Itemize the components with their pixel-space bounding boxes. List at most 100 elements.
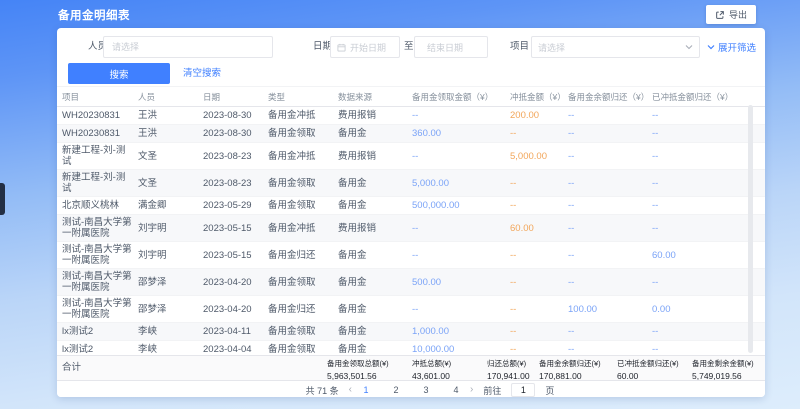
table-row[interactable]: 北京顺义桃林 满金卿 2023-05-29 备用金领取 备用金 500,000.… — [57, 197, 765, 215]
prev-page-button[interactable]: ‹ — [349, 381, 352, 397]
cell-balance-return: -- — [568, 342, 652, 355]
table-body: WH20230831 王洪 2023-08-30 备用金冲抵 费用报销 -- 2… — [57, 107, 765, 355]
cell-received-amount: -- — [412, 248, 510, 263]
table-row[interactable]: 测试-南昌大学第一附属医院 邵梦泽 2023-04-20 备用金领取 备用金 5… — [57, 269, 765, 296]
cell-received-amount: -- — [412, 149, 510, 164]
column-header[interactable]: 冲抵金额（¥） — [510, 91, 568, 103]
summary-item-label: 归还总额(¥) — [487, 358, 530, 369]
pagination-total: 共 71 条 — [306, 384, 339, 397]
expand-filters-link[interactable]: 展开筛选 — [707, 36, 756, 58]
cell-offset-return: -- — [652, 176, 748, 191]
table-row[interactable]: 测试-南昌大学第一附属医院 刘宇明 2023-05-15 备用金冲抵 费用报销 … — [57, 215, 765, 242]
project-label: 项目 — [510, 36, 529, 58]
date-start-input[interactable]: 开始日期 — [330, 36, 400, 58]
topbar: 备用金明细表 导出 — [0, 0, 800, 28]
chevron-down-icon — [685, 44, 693, 50]
cell-project: WH20230831 — [62, 126, 138, 141]
cell-person: 王洪 — [138, 126, 203, 141]
cell-date: 2023-08-30 — [203, 108, 268, 123]
cell-type: 备用金领取 — [268, 198, 338, 213]
page-number[interactable]: 3 — [422, 385, 430, 395]
cell-received-amount: -- — [412, 302, 510, 317]
cell-source: 费用报销 — [338, 108, 412, 123]
column-header[interactable]: 备用金领取金额（¥） — [412, 91, 510, 103]
cell-person: 邵梦泽 — [138, 275, 203, 290]
cell-offset-return: -- — [652, 149, 748, 164]
summary-item: 冲抵总额(¥) 43,601.00 — [412, 358, 451, 381]
cell-person: 王洪 — [138, 108, 203, 123]
table-row[interactable]: WH20230831 王洪 2023-08-30 备用金领取 备用金 360.0… — [57, 125, 765, 143]
date-range-separator: 至 — [404, 36, 414, 58]
person-input[interactable] — [103, 36, 273, 58]
summary-item-label: 备用金剩余金额(¥) — [692, 358, 754, 369]
sidebar-collapse-handle[interactable] — [0, 183, 5, 215]
search-button[interactable]: 搜索 — [68, 63, 170, 84]
goto-page-input[interactable] — [511, 383, 535, 397]
column-header[interactable]: 备用金余额归还（¥） — [568, 91, 652, 103]
calendar-icon — [337, 43, 346, 52]
table-row[interactable]: 测试-南昌大学第一附属医院 刘宇明 2023-05-15 备用金归还 备用金 -… — [57, 242, 765, 269]
cell-source: 备用金 — [338, 126, 412, 141]
cell-type: 备用金领取 — [268, 126, 338, 141]
summary-item: 备用金剩余金额(¥) 5,749,019.56 — [692, 358, 754, 381]
cell-source: 费用报销 — [338, 221, 412, 236]
column-header[interactable]: 类型 — [268, 91, 338, 103]
cell-offset-amount: -- — [510, 198, 568, 213]
table-row[interactable]: lx测试2 李峡 2023-04-11 备用金领取 备用金 1,000.00 -… — [57, 323, 765, 341]
goto-label: 前往 — [483, 384, 501, 397]
page-title: 备用金明细表 — [58, 7, 130, 23]
clear-search-link[interactable]: 清空搜索 — [183, 63, 221, 84]
summary-item-label: 已冲抵金额归还(¥) — [617, 358, 679, 369]
cell-person: 刘宇明 — [138, 248, 203, 263]
cell-source: 备用金 — [338, 342, 412, 355]
page-number[interactable]: 1 — [362, 385, 370, 395]
table-row[interactable]: WH20230831 王洪 2023-08-30 备用金冲抵 费用报销 -- 2… — [57, 107, 765, 125]
cell-received-amount: 10,000.00 — [412, 342, 510, 355]
cell-offset-amount: -- — [510, 126, 568, 141]
column-header[interactable]: 项目 — [62, 91, 138, 103]
summary-item-label: 冲抵总额(¥) — [412, 358, 451, 369]
summary-item-value: 43,601.00 — [412, 371, 451, 381]
cell-type: 备用金冲抵 — [268, 221, 338, 236]
cell-type: 备用金领取 — [268, 342, 338, 355]
goto-unit: 页 — [545, 384, 554, 397]
table-row[interactable]: lx测试2 李峡 2023-04-04 备用金领取 备用金 10,000.00 … — [57, 341, 765, 355]
cell-source: 备用金 — [338, 302, 412, 317]
cell-person: 李峡 — [138, 342, 203, 355]
table-scrollbar[interactable] — [748, 105, 753, 353]
cell-offset-return: -- — [652, 198, 748, 213]
cell-offset-amount: -- — [510, 302, 568, 317]
cell-offset-amount: -- — [510, 275, 568, 290]
table-row[interactable]: 测试-南昌大学第一附属医院 邵梦泽 2023-04-20 备用金归还 备用金 -… — [57, 296, 765, 323]
column-header[interactable]: 人员 — [138, 91, 203, 103]
next-page-button[interactable]: › — [470, 381, 473, 397]
table-row[interactable]: 新建工程-刘-测试 文圣 2023-08-23 备用金冲抵 费用报销 -- 5,… — [57, 143, 765, 170]
cell-date: 2023-05-15 — [203, 221, 268, 236]
date-end-input[interactable]: 结束日期 — [414, 36, 488, 58]
table-row[interactable]: 新建工程-刘-测试 文圣 2023-08-23 备用金领取 备用金 5,000.… — [57, 170, 765, 197]
page-list: 1 2 3 4 — [362, 385, 460, 395]
page-number[interactable]: 2 — [392, 385, 400, 395]
column-header[interactable]: 已冲抵金额归还（¥） — [652, 91, 748, 103]
cell-balance-return: 100.00 — [568, 302, 652, 317]
cell-offset-amount: -- — [510, 324, 568, 339]
column-header[interactable]: 日期 — [203, 91, 268, 103]
filter-bar: 人员 日期 开始日期 至 结束日期 项目 请选择 展开筛选 搜索 — [57, 28, 765, 86]
column-header[interactable]: 数据来源 — [338, 91, 412, 103]
screen: 备用金明细表 导出 人员 日期 开始日期 至 结束日期 项目 — [0, 0, 800, 409]
cell-balance-return: -- — [568, 149, 652, 164]
project-select[interactable]: 请选择 — [531, 36, 700, 58]
export-button[interactable]: 导出 — [706, 5, 756, 24]
page-number[interactable]: 4 — [452, 385, 460, 395]
pagination: 共 71 条 ‹ 1 2 3 4 › 前往 页 — [57, 381, 765, 397]
cell-offset-return: 60.00 — [652, 248, 748, 263]
cell-offset-return: 0.00 — [652, 302, 748, 317]
cell-offset-return: -- — [652, 126, 748, 141]
cell-type: 备用金归还 — [268, 248, 338, 263]
cell-received-amount: -- — [412, 108, 510, 123]
cell-offset-amount: 200.00 — [510, 108, 568, 123]
cell-offset-return: -- — [652, 342, 748, 355]
cell-type: 备用金归还 — [268, 302, 338, 317]
cell-offset-return: -- — [652, 221, 748, 236]
cell-person: 李峡 — [138, 324, 203, 339]
